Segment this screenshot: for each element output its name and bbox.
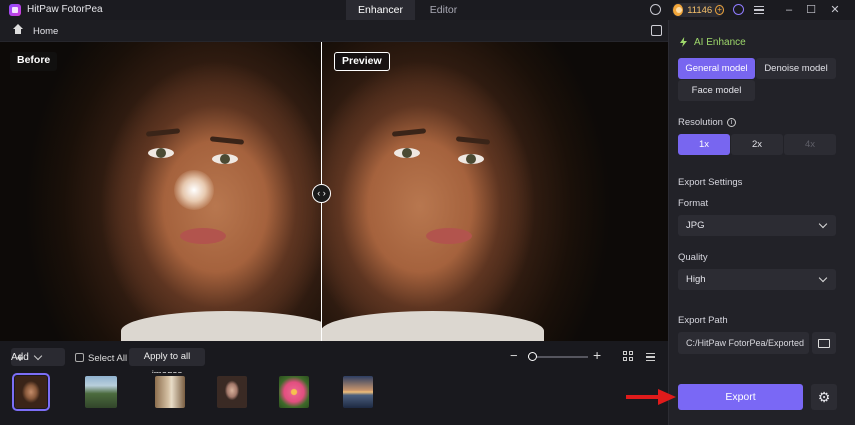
add-label: Add <box>11 351 29 363</box>
thumbnail-portrait-woman[interactable] <box>217 376 247 408</box>
select-all-checkbox[interactable] <box>75 353 84 362</box>
quality-select[interactable]: High <box>678 269 836 290</box>
image-toolbar: + Add Select All Apply to all images − + <box>0 341 668 380</box>
format-value: JPG <box>686 220 705 231</box>
swap-view-icon[interactable] <box>651 25 662 36</box>
format-select[interactable]: JPG <box>678 215 836 236</box>
chevron-down-icon <box>818 273 828 283</box>
resolution-2x-button[interactable]: 2x <box>731 134 783 155</box>
export-settings-heading: Export Settings <box>678 177 743 188</box>
image-viewer[interactable]: ‹ › Before Preview <box>0 42 668 341</box>
add-button[interactable]: + Add <box>11 348 65 366</box>
apply-to-all-button[interactable]: Apply to all images <box>129 348 205 380</box>
title-bar: HitPaw FotorPea Enhancer Editor 11146 + … <box>0 0 855 20</box>
chat-icon[interactable] <box>650 4 661 15</box>
export-path-label: Export Path <box>678 315 728 326</box>
chevron-down-icon <box>818 219 828 229</box>
info-icon[interactable]: i <box>726 118 736 127</box>
zoom-in-button[interactable]: + <box>593 348 601 362</box>
thumbnail-sunset-sea[interactable] <box>343 376 373 408</box>
main-tabs: Enhancer Editor <box>346 0 472 20</box>
resolution-heading: Resolution i <box>678 117 736 128</box>
thumbnail-city-street[interactable] <box>155 376 185 408</box>
folder-icon <box>818 339 830 348</box>
chevron-down-icon[interactable] <box>33 351 43 360</box>
model-face-button[interactable]: Face model <box>678 80 755 101</box>
format-label: Format <box>678 198 709 209</box>
tab-editor[interactable]: Editor <box>415 0 472 20</box>
app-logo-icon <box>9 4 21 16</box>
model-general-button[interactable]: General model <box>678 58 755 79</box>
preview-label: Preview <box>334 52 390 71</box>
app-title: HitPaw FotorPea <box>27 4 103 15</box>
coins-badge[interactable]: 11146 + <box>672 3 724 17</box>
add-coins-icon[interactable]: + <box>715 5 724 15</box>
resolution-4x-button: 4x <box>784 134 836 155</box>
thumbnail-strip <box>0 373 668 425</box>
home-icon[interactable] <box>13 24 23 35</box>
coin-count: 11146 <box>687 4 713 16</box>
minimize-button[interactable]: – <box>782 3 796 17</box>
thumbnail-mountain-landscape[interactable] <box>85 376 117 408</box>
account-icon[interactable] <box>733 4 744 15</box>
menu-icon[interactable] <box>754 4 764 15</box>
resolution-label: Resolution <box>678 117 723 128</box>
grid-view-icon[interactable] <box>623 351 633 361</box>
resolution-1x-button[interactable]: 1x <box>678 134 730 155</box>
export-path-field[interactable]: C:/HitPaw FotorPea/Exported <box>678 332 809 354</box>
thumbnail-portrait-curly-hair[interactable] <box>12 373 50 411</box>
zoom-slider-handle[interactable] <box>528 352 537 361</box>
select-all-label[interactable]: Select All <box>88 353 127 364</box>
close-button[interactable]: ✕ <box>828 3 842 17</box>
list-view-icon[interactable] <box>646 351 655 361</box>
zoom-out-button[interactable]: − <box>510 349 520 363</box>
preview-image <box>322 42 668 341</box>
quality-label: Quality <box>678 252 708 263</box>
tab-enhancer[interactable]: Enhancer <box>346 0 415 20</box>
browse-folder-button[interactable] <box>812 332 836 354</box>
compare-handle-icon[interactable]: ‹ › <box>312 184 331 203</box>
zoom-slider[interactable] <box>528 356 588 358</box>
maximize-button[interactable]: ☐ <box>804 3 818 17</box>
red-arrow-icon <box>626 389 676 405</box>
breadcrumb: Home <box>0 20 668 42</box>
before-image <box>0 42 321 341</box>
export-button[interactable]: Export <box>678 384 803 410</box>
coin-icon <box>673 4 684 16</box>
thumbnail-pink-flower[interactable] <box>279 376 309 408</box>
before-label: Before <box>10 52 58 71</box>
model-denoise-button[interactable]: Denoise model <box>756 58 836 79</box>
settings-gear-icon[interactable]: ⚙ <box>811 384 837 410</box>
quality-value: High <box>686 274 706 285</box>
ai-enhance-title: AI Enhance <box>694 37 746 48</box>
breadcrumb-home[interactable]: Home <box>33 26 58 37</box>
